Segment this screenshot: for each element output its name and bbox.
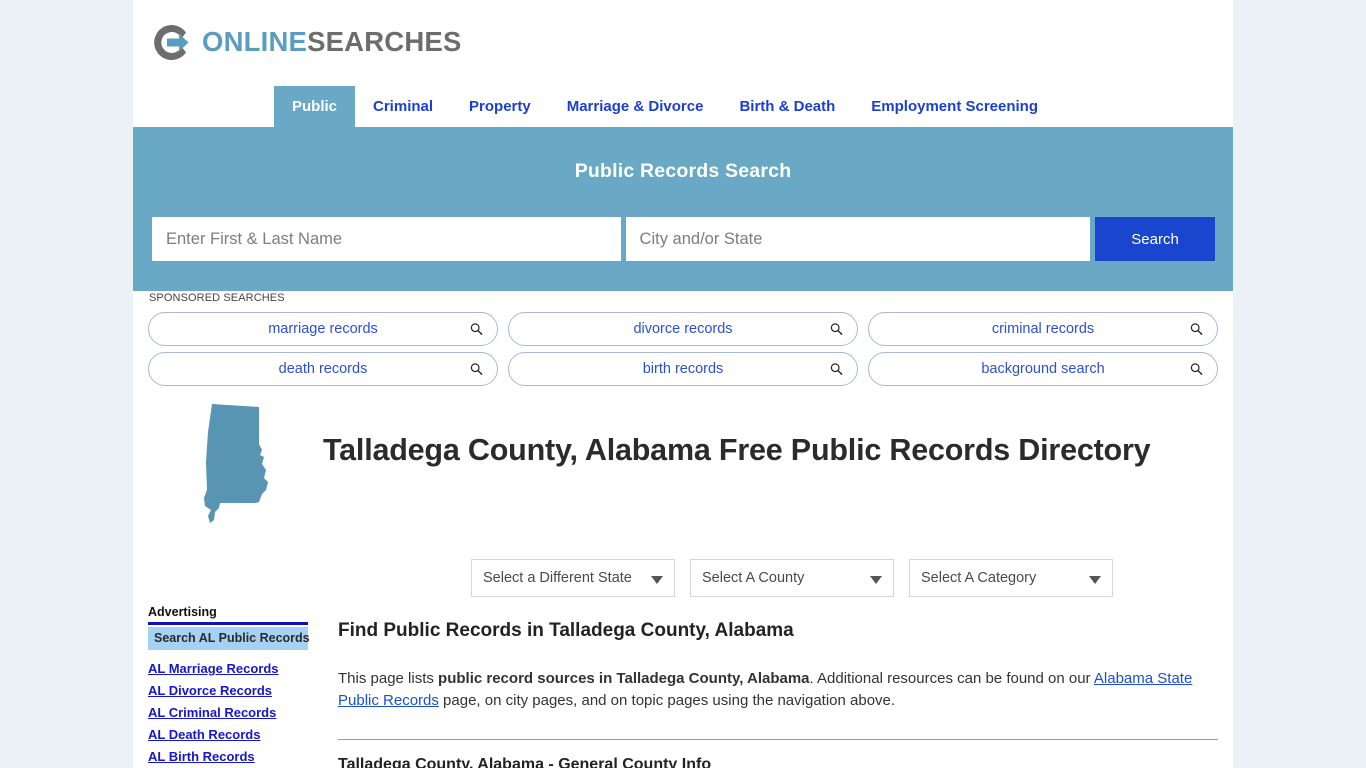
sponsored-search-label: death records	[278, 361, 368, 377]
select-county-value: Select A County	[702, 570, 805, 586]
sponsored-search-birth-records[interactable]: birth records	[508, 352, 858, 386]
sponsored-search-label: divorce records	[633, 321, 733, 337]
site-container: ONLINESEARCHES Public Criminal Property …	[133, 0, 1233, 768]
magnifier-icon	[830, 323, 843, 336]
sidebar-link-al-death-records[interactable]: AL Death Records	[148, 727, 308, 742]
search-form: Search	[152, 217, 1215, 261]
select-county-dropdown[interactable]: Select A County	[690, 559, 894, 597]
select-category-value: Select A Category	[921, 570, 1037, 586]
alabama-state-map-icon	[148, 400, 323, 524]
public-records-search-banner: Public Records Search Search	[133, 127, 1233, 291]
intro-text-1: This page lists	[338, 670, 439, 687]
intro-text-2: . Additional resources can be found on o…	[809, 670, 1094, 687]
sponsored-search-label: marriage records	[268, 321, 378, 337]
magnifier-icon	[470, 363, 483, 376]
select-state-dropdown[interactable]: Select a Different State	[471, 559, 675, 597]
search-button[interactable]: Search	[1095, 217, 1215, 261]
nav-tab-birth-death[interactable]: Birth & Death	[721, 86, 853, 127]
site-logo[interactable]: ONLINESEARCHES	[150, 16, 462, 68]
chevron-down-icon	[1089, 576, 1101, 584]
advertising-links: AL Marriage Records AL Divorce Records A…	[148, 661, 308, 764]
advertising-sidebar: Advertising Search AL Public Records AL …	[148, 605, 310, 768]
advertising-heading: Advertising	[148, 605, 308, 625]
magnifier-icon	[1190, 323, 1203, 336]
filter-selects: Select a Different State Select A County…	[471, 559, 1113, 597]
main-content: Find Public Records in Talladega County,…	[338, 620, 1218, 768]
sponsored-search-label: criminal records	[991, 321, 1095, 337]
circle-arrow-logo-icon	[150, 20, 195, 65]
name-search-input[interactable]	[152, 217, 621, 261]
page-title-row: Talladega County, Alabama Free Public Re…	[148, 400, 1218, 524]
nav-tab-employment-screening[interactable]: Employment Screening	[853, 86, 1056, 127]
sponsored-searches-list: marriage records divorce records crimina…	[148, 312, 1218, 386]
sidebar-link-al-marriage-records[interactable]: AL Marriage Records	[148, 661, 308, 676]
location-search-input[interactable]	[625, 217, 1091, 261]
magnifier-icon	[470, 323, 483, 336]
sponsored-search-criminal-records[interactable]: criminal records	[868, 312, 1218, 346]
sponsored-search-label: birth records	[642, 361, 724, 377]
sponsored-search-background-search[interactable]: background search	[868, 352, 1218, 386]
magnifier-icon	[830, 363, 843, 376]
sponsored-search-marriage-records[interactable]: marriage records	[148, 312, 498, 346]
sponsored-search-death-records[interactable]: death records	[148, 352, 498, 386]
sponsored-search-label: background search	[981, 361, 1105, 377]
nav-tab-public[interactable]: Public	[274, 86, 356, 127]
select-state-value: Select a Different State	[483, 570, 632, 586]
select-category-dropdown[interactable]: Select A Category	[909, 559, 1113, 597]
general-county-info-heading: Talladega County, Alabama - General Coun…	[338, 755, 712, 768]
chevron-down-icon	[870, 576, 882, 584]
nav-tab-criminal[interactable]: Criminal	[355, 86, 451, 127]
nav-tab-marriage-divorce[interactable]: Marriage & Divorce	[549, 86, 722, 127]
intro-text-3: page, on city pages, and on topic pages …	[438, 691, 896, 709]
main-navigation: Public Criminal Property Marriage & Divo…	[133, 86, 1233, 127]
page-root: ONLINESEARCHES Public Criminal Property …	[0, 0, 1366, 768]
intro-paragraph: This page lists public record sources in…	[338, 668, 1218, 712]
chevron-down-icon	[651, 576, 663, 584]
sponsored-search-divorce-records[interactable]: divorce records	[508, 312, 858, 346]
search-banner-title: Public Records Search	[574, 160, 792, 182]
sponsored-searches-section: SPONSORED SEARCHES marriage records divo…	[148, 292, 1218, 386]
search-al-public-records-bar[interactable]: Search AL Public Records	[148, 627, 310, 650]
sponsored-searches-label: SPONSORED SEARCHES	[149, 292, 285, 304]
sidebar-link-al-birth-records[interactable]: AL Birth Records	[148, 749, 308, 764]
sidebar-link-al-criminal-records[interactable]: AL Criminal Records	[148, 705, 308, 720]
sidebar-link-al-divorce-records[interactable]: AL Divorce Records	[148, 683, 308, 698]
page-title: Talladega County, Alabama Free Public Re…	[323, 433, 1151, 467]
intro-bold-1: public record sources in Talladega Count…	[438, 670, 810, 687]
magnifier-icon	[1190, 363, 1203, 376]
nav-tab-property[interactable]: Property	[451, 86, 549, 127]
section-heading: Find Public Records in Talladega County,…	[338, 620, 794, 641]
logo-text-searches: SEARCHES	[307, 26, 462, 58]
logo-text-online: ONLINE	[202, 26, 308, 58]
content-divider	[338, 738, 1218, 740]
